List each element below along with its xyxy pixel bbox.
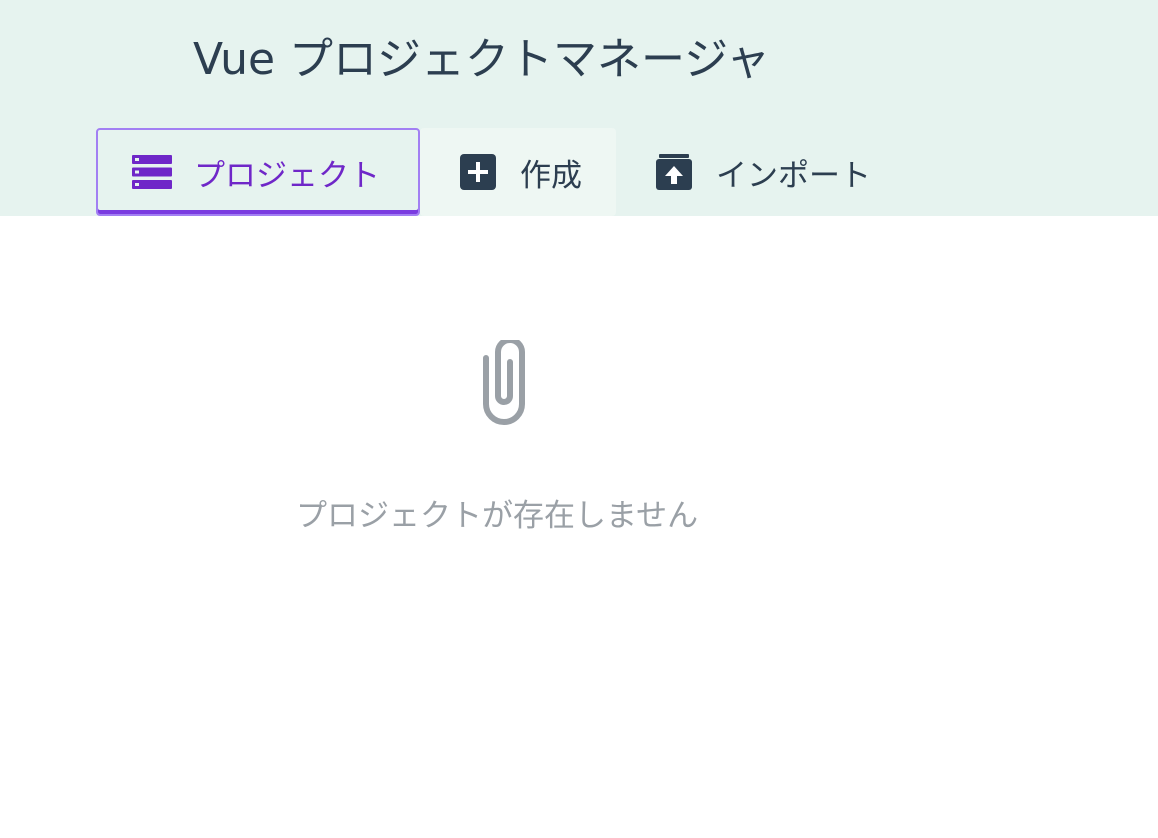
tab-create-label: 作成 [520, 157, 582, 194]
tab-projects[interactable]: プロジェクト [96, 128, 420, 216]
page-title: Vue プロジェクトマネージャ [193, 34, 770, 85]
empty-state: プロジェクトが存在しません [0, 337, 1008, 534]
tab-import-label: インポート [716, 157, 871, 194]
tab-projects-label: プロジェクト [194, 157, 380, 194]
add-box-icon [458, 152, 498, 192]
unarchive-icon [654, 152, 694, 192]
empty-message: プロジェクトが存在しません [296, 498, 699, 534]
header: Vue プロジェクトマネージャ プロジェクト 作成 インポート [0, 0, 1158, 216]
tab-create[interactable]: 作成 [420, 128, 616, 216]
paperclip-icon [474, 337, 534, 440]
tab-bar: プロジェクト 作成 インポート [96, 128, 916, 216]
tab-import[interactable]: インポート [616, 128, 916, 216]
list-icon [132, 152, 172, 192]
